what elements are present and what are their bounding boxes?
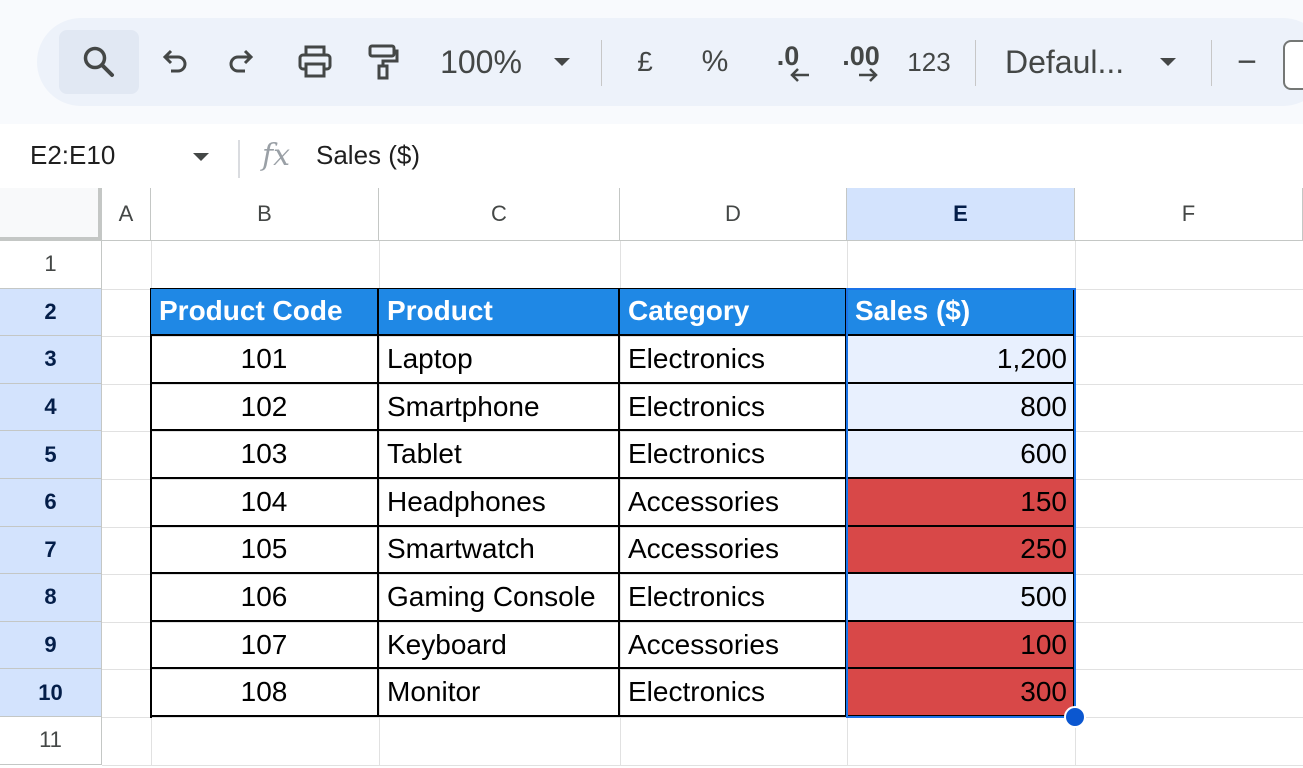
spreadsheet-grid[interactable]: A B C D E F 1 2 3 4 5 6 7 8 9 10 11 Product Code Product Ca… (0, 188, 1303, 768)
cell-product[interactable]: Gaming Console (379, 574, 620, 622)
undo-icon[interactable] (149, 18, 199, 106)
cell-category[interactable]: Accessories (620, 479, 847, 527)
zoom-value: 100% (440, 43, 522, 80)
header-cell-category[interactable]: Category (620, 288, 847, 337)
font-chevron-down-icon[interactable] (1153, 18, 1183, 106)
increase-decimal-button[interactable]: .00 (831, 18, 891, 106)
zoom-chevron-down-icon[interactable] (547, 18, 577, 106)
row-header-11[interactable]: 11 (0, 717, 102, 765)
cell-product[interactable]: Headphones (379, 479, 620, 527)
cell-product-code[interactable]: 108 (151, 669, 379, 717)
row-header-6[interactable]: 6 (0, 479, 102, 527)
cell-sales[interactable]: 100 (847, 621, 1075, 670)
currency-format-button[interactable]: £ (625, 18, 665, 106)
toolbar-divider (975, 40, 976, 86)
toolbar: 100% £ % .0 .00 123 Defaul... − (37, 18, 1303, 106)
row-header-8[interactable]: 8 (0, 574, 102, 622)
percent-label: % (701, 45, 729, 78)
select-all-corner[interactable] (0, 188, 102, 241)
currency-label: £ (637, 46, 653, 77)
cell-sales[interactable]: 250 (847, 526, 1075, 575)
arrow-left-icon (790, 68, 809, 82)
cell-category[interactable]: Electronics (620, 431, 847, 479)
cell-product-code[interactable]: 103 (151, 431, 379, 479)
cell-product[interactable]: Tablet (379, 431, 620, 479)
row-header-9[interactable]: 9 (0, 621, 102, 670)
cell-sales[interactable]: 150 (847, 479, 1075, 527)
cell-product[interactable]: Smartphone (379, 383, 620, 432)
cell-product[interactable]: Keyboard (379, 621, 620, 670)
more-formats-button[interactable]: 123 (903, 18, 955, 106)
search-icon[interactable] (59, 18, 139, 106)
name-box-chevron-down-icon[interactable] (192, 150, 210, 168)
column-header-c[interactable]: C (379, 188, 620, 241)
row-header-3[interactable]: 3 (0, 336, 102, 384)
row-header-7[interactable]: 7 (0, 526, 102, 575)
header-cell-product[interactable]: Product (379, 288, 620, 337)
cell-product-code[interactable]: 101 (151, 336, 379, 384)
cell-product-code[interactable]: 107 (151, 621, 379, 670)
cell-sales[interactable]: 1,200 (847, 336, 1075, 384)
row-header-1[interactable]: 1 (0, 241, 102, 289)
font-size-input[interactable] (1283, 40, 1303, 90)
cell-category[interactable]: Electronics (620, 336, 847, 384)
header-cell-product-code[interactable]: Product Code (151, 288, 379, 337)
gridline (102, 764, 1303, 766)
zoom-select[interactable]: 100% (433, 18, 529, 106)
cell-product-code[interactable]: 102 (151, 383, 379, 432)
font-family-select[interactable]: Defaul... (1005, 18, 1135, 106)
cell-sales[interactable]: 800 (847, 383, 1075, 432)
cell-category[interactable]: Accessories (620, 526, 847, 575)
font-size-decrease-button[interactable]: − (1229, 18, 1265, 106)
fill-handle[interactable] (1064, 706, 1086, 728)
formula-input[interactable]: Sales ($) (316, 140, 420, 171)
cell-sales[interactable]: 300 (847, 669, 1075, 717)
toolbar-divider (1211, 40, 1212, 86)
cell-category[interactable]: Electronics (620, 669, 847, 717)
column-header-a[interactable]: A (102, 188, 151, 241)
cell-sales[interactable]: 600 (847, 431, 1075, 479)
row-header-10[interactable]: 10 (0, 669, 102, 717)
cell-product[interactable]: Laptop (379, 336, 620, 384)
minus-label: − (1237, 42, 1257, 81)
cell-category[interactable]: Electronics (620, 383, 847, 432)
cell-product-code[interactable]: 105 (151, 526, 379, 575)
column-header-f[interactable]: F (1075, 188, 1303, 241)
toolbar-divider (601, 40, 602, 86)
formula-divider (238, 140, 240, 178)
column-header-b[interactable]: B (151, 188, 379, 241)
cell-product[interactable]: Smartwatch (379, 526, 620, 575)
header-cell-sales[interactable]: Sales ($) (847, 288, 1075, 337)
paint-format-icon[interactable] (357, 18, 409, 106)
percent-format-button[interactable]: % (693, 18, 737, 106)
cell-product[interactable]: Monitor (379, 669, 620, 717)
column-header-e[interactable]: E (847, 188, 1075, 241)
number-format-label: 123 (907, 46, 951, 77)
decrease-decimal-button[interactable]: .0 (761, 18, 815, 106)
cell-category[interactable]: Electronics (620, 574, 847, 622)
print-icon[interactable] (289, 18, 341, 106)
fx-icon: fx (262, 138, 291, 173)
row-header-4[interactable]: 4 (0, 383, 102, 432)
name-box[interactable]: E2:E10 (30, 140, 115, 171)
font-family-value: Defaul... (1005, 43, 1125, 80)
decrease-decimal-label: .0 (776, 40, 800, 71)
cell-category[interactable]: Accessories (620, 621, 847, 670)
cell-product-code[interactable]: 106 (151, 574, 379, 622)
cell-product-code[interactable]: 104 (151, 479, 379, 527)
row-header-5[interactable]: 5 (0, 431, 102, 479)
redo-icon[interactable] (217, 18, 267, 106)
arrow-right-icon (859, 68, 878, 82)
cell-sales[interactable]: 500 (847, 574, 1075, 622)
row-header-2[interactable]: 2 (0, 288, 102, 337)
column-header-d[interactable]: D (620, 188, 847, 241)
increase-decimal-label: .00 (842, 40, 880, 71)
